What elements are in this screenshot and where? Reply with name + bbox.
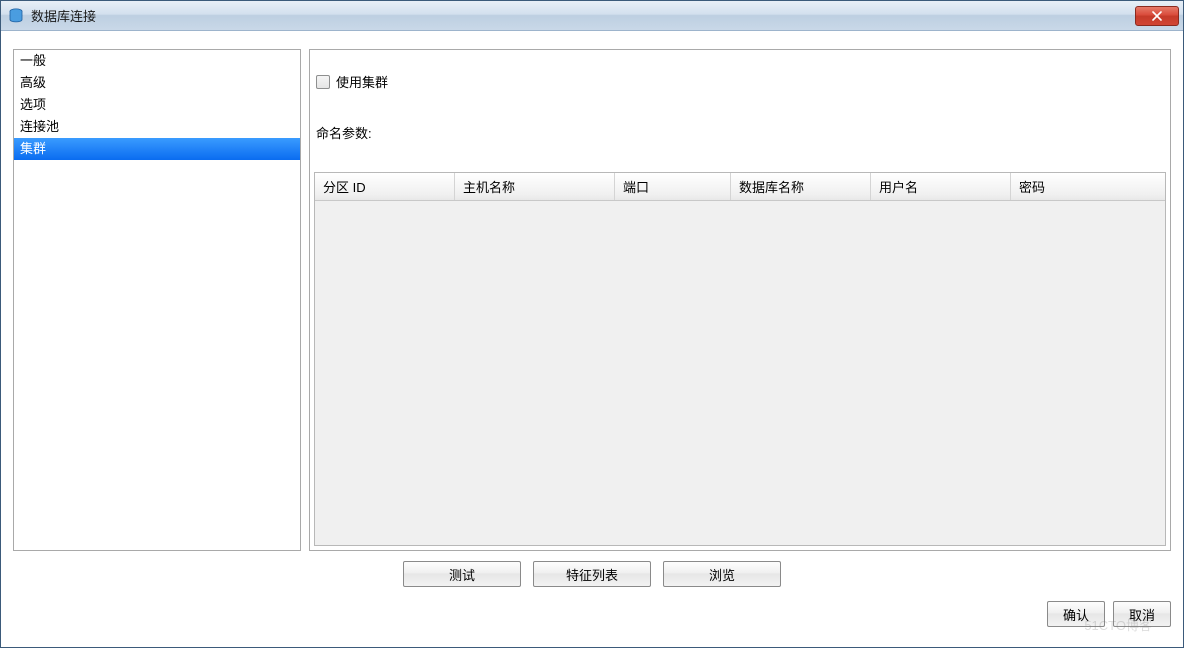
dialog-button-row: 确认 取消 — [13, 593, 1171, 627]
col-hostname[interactable]: 主机名称 — [455, 173, 615, 200]
cancel-button[interactable]: 取消 — [1113, 601, 1171, 627]
use-cluster-row: 使用集群 — [314, 72, 1166, 91]
ok-button[interactable]: 确认 — [1047, 601, 1105, 627]
close-icon — [1151, 11, 1163, 21]
table-header: 分区 ID 主机名称 端口 数据库名称 用户名 密码 — [315, 173, 1165, 201]
content-area: 一般 高级 选项 连接池 集群 使用集群 命名参数: 分区 ID 主机名称 端口 — [1, 31, 1183, 647]
sidebar-item-advanced[interactable]: 高级 — [14, 72, 300, 94]
close-button[interactable] — [1135, 6, 1179, 26]
dialog-window: 数据库连接 一般 高级 选项 连接池 集群 使用集群 命名参数: — [0, 0, 1184, 648]
features-button[interactable]: 特征列表 — [533, 561, 651, 587]
database-icon — [7, 7, 25, 25]
sidebar-list[interactable]: 一般 高级 选项 连接池 集群 — [13, 49, 301, 551]
col-partition-id[interactable]: 分区 ID — [315, 173, 455, 200]
window-title: 数据库连接 — [31, 6, 96, 25]
use-cluster-checkbox[interactable] — [316, 75, 330, 89]
action-button-row: 测试 特征列表 浏览 — [13, 551, 1171, 593]
col-password[interactable]: 密码 — [1011, 173, 1151, 200]
params-table: 分区 ID 主机名称 端口 数据库名称 用户名 密码 — [314, 172, 1166, 546]
col-dbname[interactable]: 数据库名称 — [731, 173, 871, 200]
test-button[interactable]: 测试 — [403, 561, 521, 587]
cluster-panel: 使用集群 命名参数: 分区 ID 主机名称 端口 数据库名称 用户名 密码 — [309, 49, 1171, 551]
table-body[interactable] — [315, 201, 1165, 545]
sidebar-item-cluster[interactable]: 集群 — [14, 138, 300, 160]
titlebar: 数据库连接 — [1, 1, 1183, 31]
browse-button[interactable]: 浏览 — [663, 561, 781, 587]
use-cluster-label: 使用集群 — [336, 72, 388, 91]
sidebar-item-general[interactable]: 一般 — [14, 50, 300, 72]
named-params-label: 命名参数: — [314, 123, 1166, 142]
sidebar-item-options[interactable]: 选项 — [14, 94, 300, 116]
sidebar-item-pooling[interactable]: 连接池 — [14, 116, 300, 138]
col-username[interactable]: 用户名 — [871, 173, 1011, 200]
col-port[interactable]: 端口 — [615, 173, 731, 200]
main-row: 一般 高级 选项 连接池 集群 使用集群 命名参数: 分区 ID 主机名称 端口 — [13, 49, 1171, 551]
